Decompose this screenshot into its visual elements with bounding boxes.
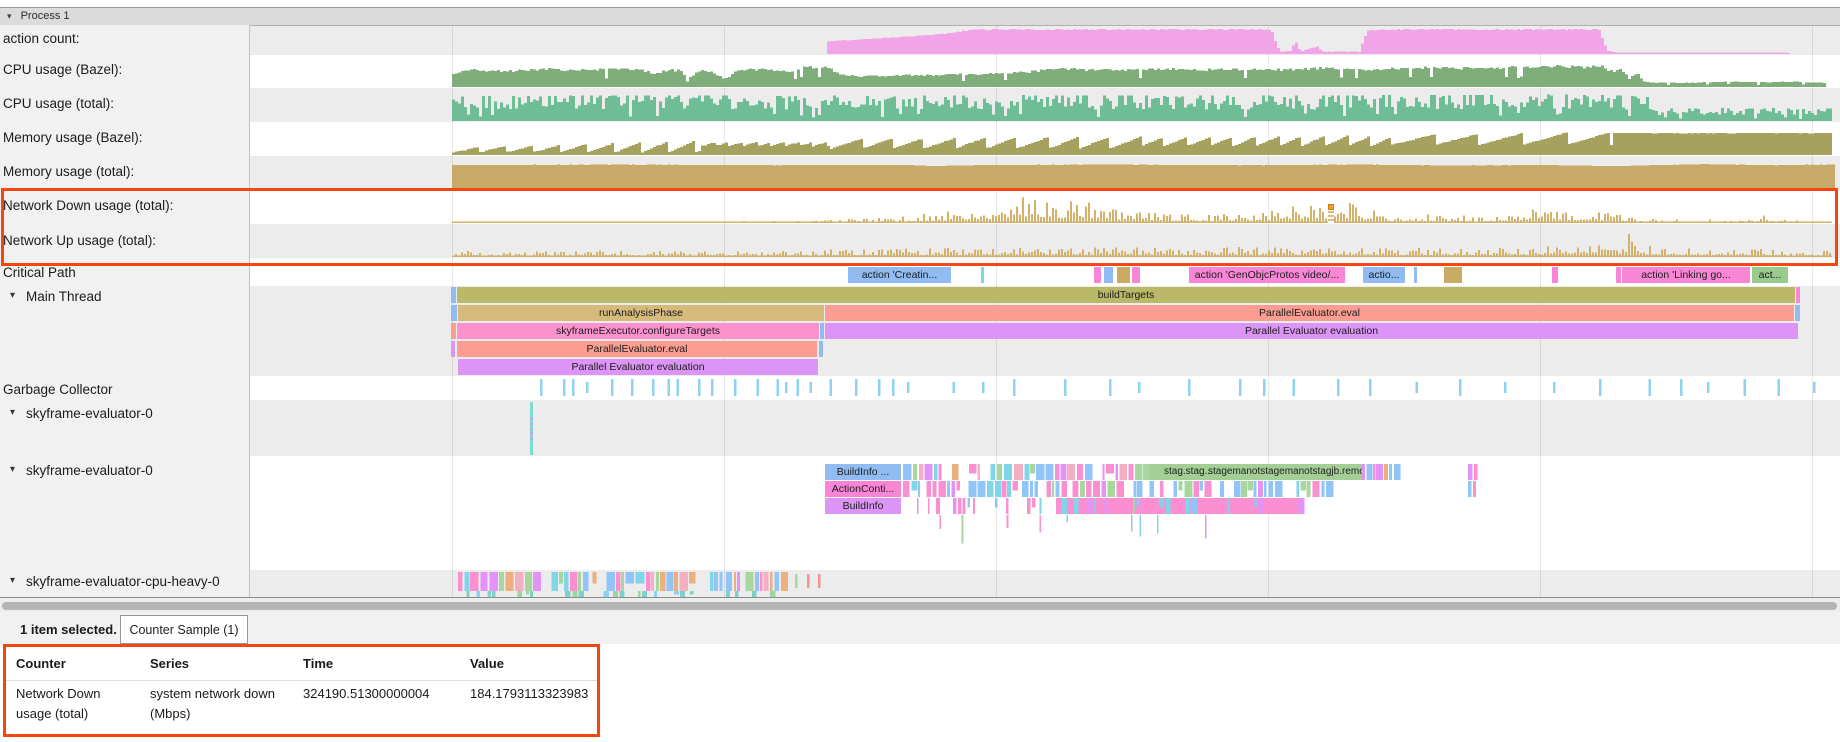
trace-slice[interactable]	[1094, 267, 1101, 283]
track-sidebar: action count: CPU usage (Bazel): CPU usage…	[0, 25, 250, 597]
trace-slice[interactable]: ParallelEvaluator.eval	[457, 341, 817, 357]
trace-slice[interactable]	[1444, 267, 1462, 283]
trace-slice[interactable]	[451, 287, 456, 303]
horizontal-scrollbar[interactable]	[0, 597, 1840, 613]
track-label-text: CPU usage (Bazel):	[3, 62, 122, 77]
trace-slice[interactable]: ActionConti...	[825, 481, 901, 497]
col-header-value[interactable]: Value	[470, 656, 504, 671]
trace-slice[interactable]: action 'GenObjcProtos video/...	[1189, 267, 1345, 283]
col-header-counter[interactable]: Counter	[16, 656, 66, 671]
track-label-text: Network Up usage (total):	[3, 233, 156, 248]
trace-slice[interactable]: Parallel Evaluator evaluation	[825, 323, 1798, 339]
sidebar-track-label[interactable]: CPU usage (total):	[0, 96, 248, 111]
process-title: Process 1	[21, 10, 70, 22]
table-header-divider	[6, 680, 598, 681]
timeline-ruler[interactable]	[0, 0, 1840, 8]
trace-slice[interactable]: BuildInfo ...	[825, 464, 901, 480]
tab-counter-sample[interactable]: Counter Sample (1)	[120, 615, 248, 644]
details-panel: 1 item selected. Counter Sample (1) Coun…	[0, 612, 1840, 742]
trace-slice[interactable]	[1132, 267, 1140, 283]
scrollbar-thumb[interactable]	[2, 602, 1837, 610]
cell-time: 324190.51300000004	[303, 684, 463, 704]
trace-slice[interactable]: skyframeExecutor.configureTargets	[457, 323, 819, 339]
slice-label-fragment: stagemanotstagemanotstagjb.remot...	[1208, 464, 1362, 480]
trace-slice[interactable]	[1104, 267, 1113, 283]
trace-slice[interactable]	[451, 323, 456, 339]
sidebar-track-label[interactable]: Network Down usage (total):	[0, 198, 248, 213]
collapse-arrow-icon[interactable]: ▾	[10, 407, 15, 418]
trace-slice[interactable]: buildTargets	[457, 287, 1795, 303]
trace-slice[interactable]	[1616, 267, 1621, 283]
track-label-text: action count:	[3, 31, 80, 46]
cell-value: 184.1793113323983	[470, 684, 600, 704]
trace-slice[interactable]: stag.stag...stagemanotstagemanotstagjb.r…	[1150, 464, 1362, 480]
trace-slice[interactable]	[1414, 267, 1417, 283]
trace-slice[interactable]	[1795, 305, 1800, 321]
collapse-arrow-icon[interactable]: ▾	[10, 464, 15, 475]
sidebar-track-label[interactable]: Critical Path	[0, 265, 248, 280]
track-label-text: skyframe-evaluator-0	[26, 463, 153, 478]
collapse-arrow-icon[interactable]: ▾	[10, 290, 15, 301]
counter-sample-table: Counter Series Time Value Network Down u…	[0, 644, 1840, 742]
sidebar-track-label[interactable]: Memory usage (total):	[0, 164, 248, 179]
sidebar-track-label[interactable]: ▾ skyframe-evaluator-0	[0, 406, 248, 421]
track-label-text: Critical Path	[3, 265, 76, 280]
sidebar-track-label[interactable]: ▾ skyframe-evaluator-0	[0, 463, 248, 478]
tab-label: Counter Sample (1)	[129, 623, 238, 637]
trace-slice[interactable]: action 'Linking go...	[1622, 267, 1750, 283]
trace-slice[interactable]: action 'Creatin...	[848, 267, 951, 283]
trace-slice[interactable]: Parallel Evaluator evaluation	[458, 359, 818, 375]
slice-label-fragment: stag.stag...	[1164, 464, 1213, 480]
trace-slice[interactable]	[451, 341, 455, 357]
col-header-series[interactable]: Series	[150, 656, 189, 671]
trace-slice[interactable]	[981, 267, 984, 283]
sidebar-track-label[interactable]: CPU usage (Bazel):	[0, 62, 248, 77]
selected-counter-sample[interactable]	[1328, 207, 1334, 224]
sidebar-track-label[interactable]: ▾ Main Thread	[0, 289, 248, 304]
track-label-text: Network Down usage (total):	[3, 198, 173, 213]
track-label-text: Memory usage (total):	[3, 164, 134, 179]
sidebar-track-label[interactable]: Garbage Collector	[0, 382, 248, 397]
track-label-text: Garbage Collector	[3, 382, 113, 397]
sidebar-track-label[interactable]: Memory usage (Bazel):	[0, 130, 248, 145]
trace-slice[interactable]: act...	[1752, 267, 1788, 283]
track-label-text: skyframe-evaluator-0	[26, 406, 153, 421]
trace-slice[interactable]: runAnalysisPhase	[458, 305, 824, 321]
sidebar-track-label[interactable]: ▾ skyframe-evaluator-cpu-heavy-0	[0, 574, 248, 589]
sidebar-track-label[interactable]: action count:	[0, 31, 248, 46]
selection-status: 1 item selected.	[20, 622, 117, 637]
selection-marker-icon	[1328, 204, 1334, 210]
sidebar-track-label[interactable]: Network Up usage (total):	[0, 233, 248, 248]
cell-counter: Network Down usage (total)	[16, 684, 134, 724]
trace-slice[interactable]	[1552, 267, 1558, 283]
trace-slice[interactable]: ParallelEvaluator.eval	[825, 305, 1794, 321]
trace-slice[interactable]	[819, 341, 823, 357]
collapse-arrow-icon[interactable]: ▾	[7, 11, 12, 21]
cell-series: system network down (Mbps)	[150, 684, 295, 724]
process-header[interactable]: ▾ Process 1	[0, 8, 1840, 26]
track-label-text: Main Thread	[26, 289, 102, 304]
trace-slice[interactable]: BuildInfo	[825, 498, 901, 514]
track-label-text: skyframe-evaluator-cpu-heavy-0	[26, 574, 220, 589]
trace-slice[interactable]	[820, 323, 824, 339]
trace-slice[interactable]	[1117, 267, 1130, 283]
trace-slice[interactable]	[1796, 287, 1800, 303]
trace-slice[interactable]: actio...	[1363, 267, 1405, 283]
track-label-text: Memory usage (Bazel):	[3, 130, 143, 145]
trace-slice[interactable]	[451, 305, 457, 321]
col-header-time[interactable]: Time	[303, 656, 333, 671]
trace-viewer: ▾ Process 1 action count: CPU usage (Baze…	[0, 0, 1840, 742]
track-label-text: CPU usage (total):	[3, 96, 114, 111]
collapse-arrow-icon[interactable]: ▾	[10, 575, 15, 586]
